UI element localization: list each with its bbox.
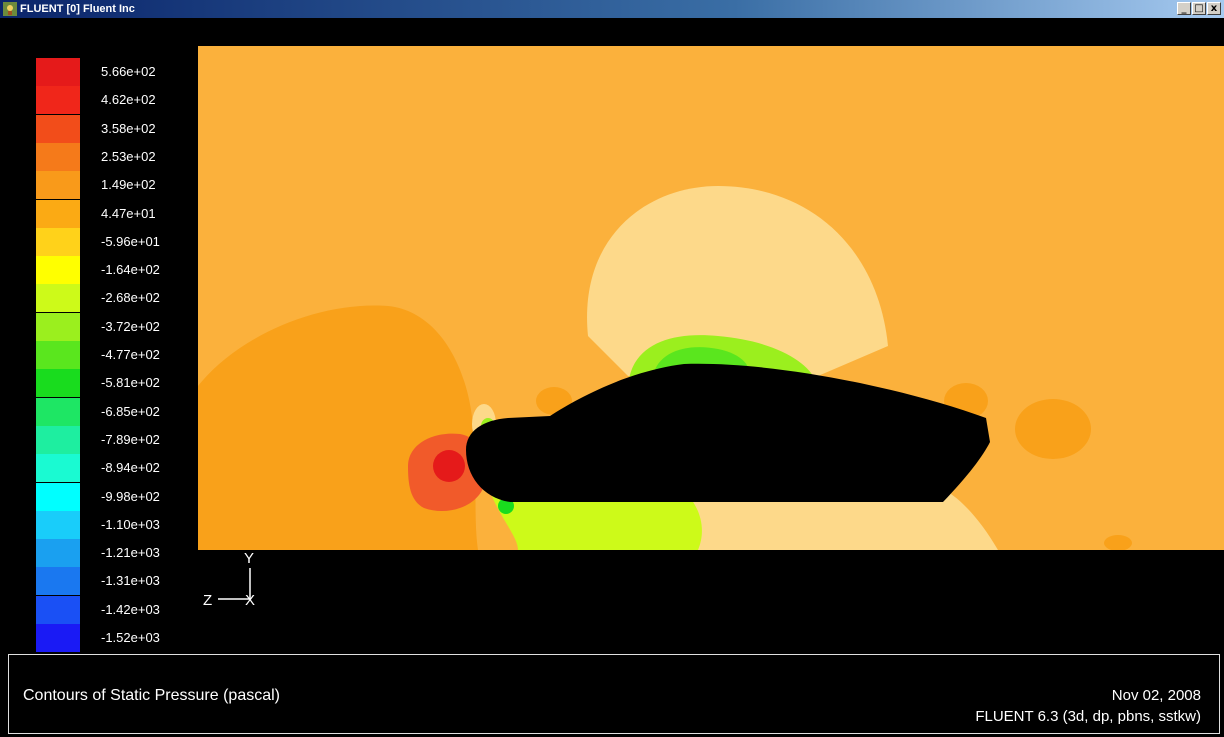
legend-row: -1.21e+03: [28, 539, 188, 568]
solver-version: FLUENT 6.3 (3d, dp, pbns, sstkw): [975, 708, 1201, 725]
legend-swatch: [36, 425, 80, 454]
legend-value: -6.85e+02: [101, 403, 160, 419]
legend-value: 4.62e+02: [101, 92, 156, 108]
legend-swatch: [36, 171, 80, 200]
legend-value: -4.77e+02: [101, 347, 160, 362]
z-axis-label: Z: [203, 592, 212, 609]
legend-value: 3.58e+02: [101, 120, 156, 136]
legend-row: -1.64e+02: [28, 256, 188, 285]
legend-swatch: [36, 58, 80, 86]
legend-swatch: [36, 142, 80, 171]
legend-value: -8.94e+02: [101, 460, 160, 476]
legend-value: -1.31e+03: [101, 573, 160, 589]
title-bar: FLUENT [0] Fluent Inc _ □ x: [0, 0, 1224, 18]
window-title: FLUENT [0] Fluent Inc: [20, 3, 135, 15]
legend-value: -1.21e+03: [101, 545, 160, 561]
legend-row: -8.94e+02: [28, 454, 188, 483]
legend-row: -5.96e+01: [28, 227, 188, 256]
legend-value: -1.52e+03: [101, 630, 160, 645]
contour-plot[interactable]: [198, 46, 1224, 550]
legend-row: -7.89e+02: [28, 425, 188, 454]
fluent-app-icon[interactable]: [3, 2, 17, 16]
legend-row: 4.47e+01: [28, 199, 188, 228]
window-controls: _ □ x: [1177, 2, 1221, 15]
legend-swatch: [36, 595, 80, 624]
minimize-button[interactable]: _: [1177, 2, 1191, 15]
legend-swatch: [36, 482, 80, 511]
legend-row: 4.62e+02: [28, 86, 188, 115]
legend-swatch: [36, 454, 80, 483]
legend-swatch: [36, 256, 80, 285]
legend-value: -1.64e+02: [101, 262, 160, 278]
axis-triad: Y Z X: [203, 550, 255, 609]
legend-row: -1.42e+03: [28, 595, 188, 624]
legend-swatch: [36, 312, 80, 341]
legend-row: 2.53e+02: [28, 142, 188, 171]
legend-row: -4.77e+02: [28, 341, 188, 369]
legend-value: -3.72e+02: [101, 318, 160, 334]
legend-row: -1.31e+03: [28, 567, 188, 596]
y-axis-label: Y: [244, 550, 254, 567]
legend-swatch: [36, 114, 80, 143]
legend-value: 4.47e+01: [101, 205, 156, 221]
legend-swatch: [36, 341, 80, 369]
legend-row: -5.81e+02: [28, 369, 188, 398]
legend-swatch: [36, 369, 80, 398]
close-button[interactable]: x: [1207, 2, 1221, 15]
x-axis-label: X: [245, 592, 255, 609]
legend-row: -1.52e+03: [28, 624, 188, 652]
legend-value: -9.98e+02: [101, 488, 160, 504]
legend-swatch: [36, 624, 80, 652]
legend-row: -9.98e+02: [28, 482, 188, 511]
info-panel: Contours of Static Pressure (pascal) Nov…: [8, 654, 1220, 734]
legend-swatch: [36, 539, 80, 568]
legend-row: -1.10e+03: [28, 510, 188, 539]
legend-swatch: [36, 284, 80, 313]
legend-value: -5.81e+02: [101, 375, 160, 391]
legend-swatch: [36, 510, 80, 539]
legend-value: 2.53e+02: [101, 148, 156, 164]
graphics-window[interactable]: 5.66e+02 4.62e+02 3.58e+02 2.53e+02 1.49e+02…: [8, 18, 1224, 652]
legend-row: 3.58e+02: [28, 114, 188, 143]
legend-swatch: [36, 397, 80, 426]
maximize-button[interactable]: □: [1192, 2, 1206, 15]
plot-date: Nov 02, 2008: [1111, 687, 1201, 704]
legend-value: -5.96e+01: [101, 233, 160, 249]
legend-value: -7.89e+02: [101, 431, 160, 447]
legend-row: -6.85e+02: [28, 397, 188, 426]
legend-row: 1.49e+02: [28, 171, 188, 200]
legend-value: 5.66e+02: [101, 64, 156, 79]
plot-caption: Contours of Static Pressure (pascal): [23, 687, 280, 704]
legend-swatch: [36, 199, 80, 228]
legend-value: -1.10e+03: [101, 516, 160, 532]
legend-row: 5.66e+02: [28, 58, 188, 86]
legend-swatch: [36, 567, 80, 596]
legend-row: -2.68e+02: [28, 284, 188, 313]
legend-value: -1.42e+03: [101, 601, 160, 617]
legend-row: -3.72e+02: [28, 312, 188, 341]
legend-swatch: [36, 86, 80, 115]
legend-value: 1.49e+02: [101, 177, 156, 193]
legend-value: -2.68e+02: [101, 290, 160, 306]
legend-swatch: [36, 227, 80, 256]
